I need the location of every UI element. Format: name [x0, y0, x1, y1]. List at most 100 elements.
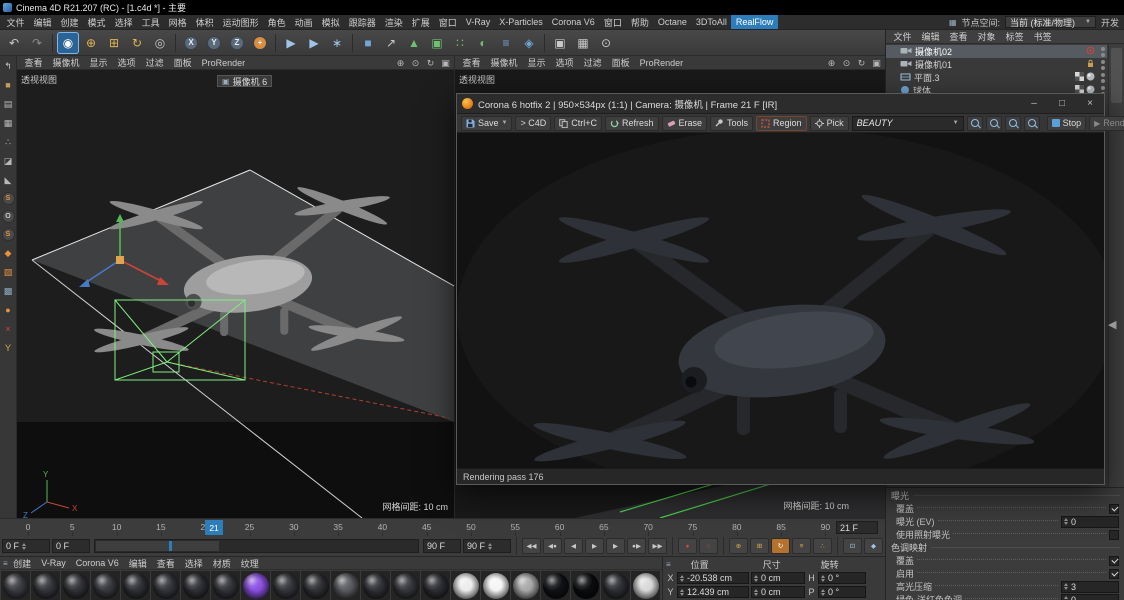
exposure-ev-field[interactable]: 0	[1061, 515, 1119, 528]
isoline-icon[interactable]: Y	[1, 341, 15, 355]
previous-key-button[interactable]: ◀●	[543, 538, 562, 554]
object-camera-02[interactable]: 摄像机02	[886, 45, 1107, 58]
viewport-solo-icon[interactable]: ◆	[1, 246, 15, 260]
texture-mode-icon[interactable]: ▤	[1, 97, 15, 111]
material-swatch-7[interactable]	[211, 571, 240, 600]
rotate-view-icon[interactable]: ↻	[855, 57, 868, 69]
material-swatch-14[interactable]	[421, 571, 450, 600]
quantize-icon[interactable]: ▨	[1, 265, 15, 279]
override-tone-mapping-checkbox[interactable]	[1109, 555, 1119, 566]
size-y-field[interactable]: 0 cm	[751, 586, 805, 598]
material-swatch-11[interactable]	[331, 571, 360, 600]
pan-view-icon[interactable]: ⊕	[825, 57, 838, 69]
material-swatch-15[interactable]	[451, 571, 480, 600]
object-manager-scrollbar[interactable]	[1108, 45, 1124, 487]
enable-snap-icon[interactable]: S	[1, 228, 15, 241]
render-start-button[interactable]: ▶ Render	[1089, 115, 1124, 131]
visibility-dots[interactable]	[1101, 59, 1107, 70]
rotation-p-field[interactable]: 0 °	[818, 586, 866, 598]
object-camera-01[interactable]: 摄像机01	[886, 58, 1107, 71]
om-menu-4[interactable]: 标签	[1001, 30, 1028, 43]
scrollbar-thumb[interactable]	[1111, 48, 1122, 103]
subdivision-surface-icon[interactable]: ▲	[403, 32, 425, 54]
menubar-item-20[interactable]: 帮助	[626, 15, 653, 29]
floor-tool-icon[interactable]: ▦	[572, 32, 594, 54]
corona-render-canvas[interactable]	[457, 133, 1104, 468]
material-swatch-6[interactable]	[181, 571, 210, 600]
z-axis-lock-icon[interactable]: Z	[226, 32, 248, 54]
position-x-field[interactable]: -20.538 cm	[677, 572, 749, 584]
toggle-view-icon[interactable]: ▣	[870, 57, 883, 69]
phong-tag-icon[interactable]	[1086, 72, 1095, 83]
close-button[interactable]: ×	[1076, 94, 1104, 113]
panel-collapse-arrow-icon[interactable]: ◀	[1108, 318, 1116, 331]
material-swatch-21[interactable]	[631, 571, 660, 600]
green-magenta-tint-field[interactable]: 0	[1061, 593, 1119, 600]
lock-axis-icon[interactable]: ●	[1, 303, 15, 317]
menubar-item-21[interactable]: Octane	[653, 15, 691, 29]
material-manager-menu-icon[interactable]: ≡	[3, 559, 8, 568]
render-picture-viewer-icon[interactable]: ▶	[303, 32, 325, 54]
live-selection-icon[interactable]: ◉	[57, 31, 79, 54]
menubar-item-7[interactable]: 体积	[191, 15, 218, 29]
menubar-item-6[interactable]: 网格	[164, 15, 191, 29]
undo-icon[interactable]: ↶	[3, 32, 25, 54]
material-menu-3[interactable]: 编辑	[124, 557, 151, 569]
timeline-scrollbar[interactable]	[94, 539, 419, 553]
move-tool-icon[interactable]: ⊕	[80, 32, 102, 54]
menubar-item-13[interactable]: 渲染	[380, 15, 407, 29]
keyframe-selection-button[interactable]: ⊡	[843, 538, 862, 554]
extrude-icon[interactable]: ▣	[426, 32, 448, 54]
next-key-button[interactable]: ●▶	[627, 538, 646, 554]
minimal-interface-button[interactable]: ◆	[864, 538, 883, 554]
record-parameter-toggle[interactable]: ≡	[792, 538, 811, 554]
goto-start-button[interactable]: ◀◀	[522, 538, 541, 554]
stop-button[interactable]: Stop	[1046, 115, 1087, 131]
record-position-toggle[interactable]: ⊕	[729, 538, 748, 554]
play-button[interactable]: ▶	[585, 538, 604, 554]
om-menu-2[interactable]: 查看	[945, 30, 972, 43]
loop-start-spinner[interactable]: 0 F	[2, 539, 50, 553]
material-swatch-5[interactable]	[151, 571, 180, 600]
autokey-button[interactable]: ○	[699, 538, 718, 554]
texture-tag-icon[interactable]	[1075, 72, 1084, 83]
menubar-item-1[interactable]: 编辑	[29, 15, 56, 29]
corona-titlebar[interactable]: Corona 6 hotfix 2 | 950×534px (1:1) | Ca…	[457, 94, 1104, 114]
timeline-ruler[interactable]: 21 F 05101520253035404550556065707580859…	[0, 518, 885, 536]
menubar-item-8[interactable]: 运动图形	[218, 15, 263, 29]
zoom-1to1-icon[interactable]	[1004, 115, 1021, 131]
menubar-item-23[interactable]: RealFlow	[731, 15, 778, 29]
previous-frame-button[interactable]: ◀	[564, 538, 583, 554]
protect-tag-icon[interactable]	[1086, 59, 1095, 70]
render-settings-icon[interactable]: ∗	[326, 32, 348, 54]
material-menu-2[interactable]: Corona V6	[71, 557, 123, 569]
menubar-item-14[interactable]: 扩展	[407, 15, 434, 29]
maximize-button[interactable]: □	[1048, 94, 1076, 113]
tools-button[interactable]: Tools	[710, 115, 754, 131]
workplane-mode-icon[interactable]: ▦	[1, 116, 15, 130]
record-pla-toggle[interactable]: ∴	[813, 538, 832, 554]
spinner-arrows-icon[interactable]	[488, 542, 493, 550]
pick-button[interactable]: Pick	[809, 115, 849, 131]
zoom-view-icon[interactable]: ⊙	[840, 57, 853, 69]
menubar-item-12[interactable]: 跟踪器	[344, 15, 380, 29]
magnify-tool-icon[interactable]: ⊙	[595, 32, 617, 54]
record-active-objects-button[interactable]: ●	[678, 538, 697, 554]
volume-icon[interactable]: ◈	[518, 32, 540, 54]
material-swatch-19[interactable]	[571, 571, 600, 600]
object-plane-3[interactable]: 平面.3	[886, 71, 1107, 84]
material-swatch-3[interactable]	[91, 571, 120, 600]
visibility-dots[interactable]	[1101, 72, 1107, 83]
zoom-view-icon[interactable]: ⊙	[409, 57, 422, 69]
material-menu-7[interactable]: 纹理	[236, 557, 263, 569]
vp-left-menu-1[interactable]: 摄像机	[48, 56, 84, 69]
om-menu-1[interactable]: 编辑	[917, 30, 944, 43]
vp-left-menu-2[interactable]: 显示	[85, 56, 112, 69]
polygon-mode-icon[interactable]: ◣	[1, 173, 15, 187]
vp-right-menu-5[interactable]: 面板	[607, 56, 634, 69]
camera-tool-icon[interactable]: ▣	[549, 32, 571, 54]
visibility-dots[interactable]	[1101, 46, 1107, 57]
material-swatch-0[interactable]	[1, 571, 30, 600]
vp-left-menu-3[interactable]: 选项	[113, 56, 140, 69]
y-axis-lock-icon[interactable]: Y	[203, 32, 225, 54]
